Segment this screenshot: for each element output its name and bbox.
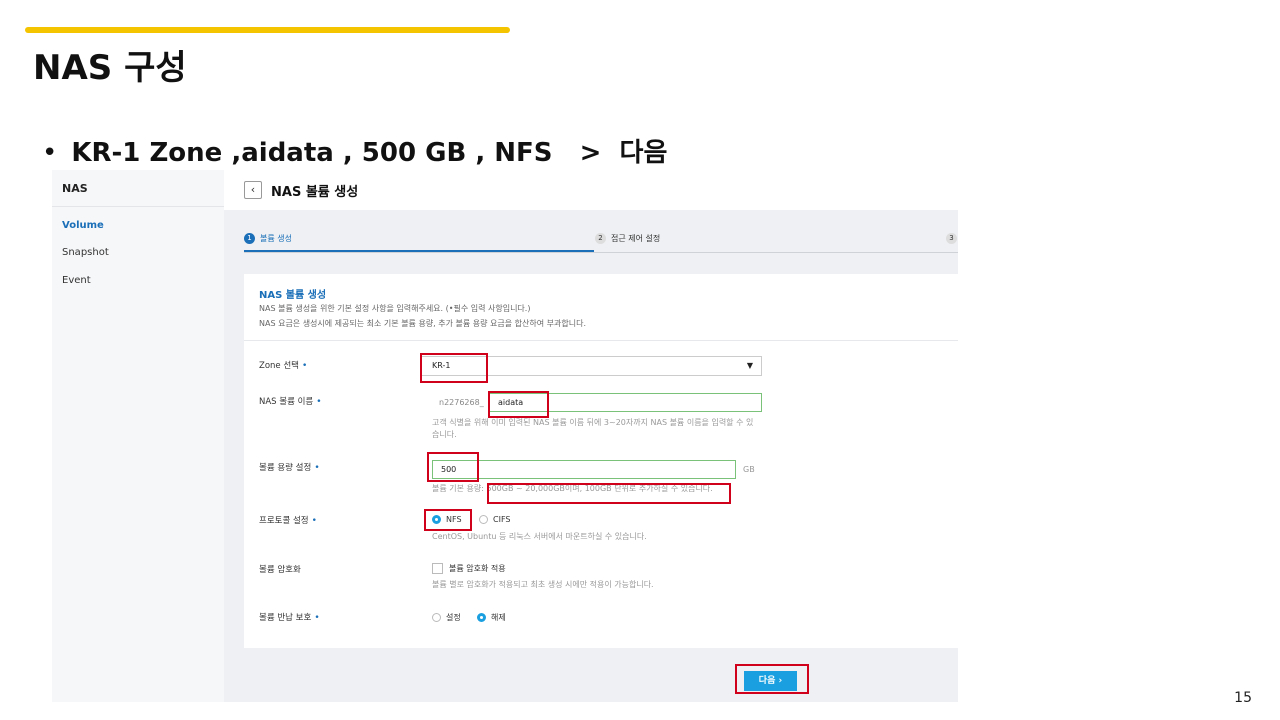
checkbox-icon [432, 563, 443, 574]
next-button[interactable]: 다음 › [744, 671, 797, 691]
capacity-unit: GB [743, 465, 755, 474]
page-header: ‹ NAS 볼륨 생성 [224, 170, 958, 210]
volume-name-input[interactable]: aidata [489, 393, 762, 412]
protocol-nfs-radio[interactable]: NFS [432, 515, 462, 524]
volume-name-label: NAS 볼륨 이름 • [259, 397, 322, 407]
step-2: 2 접근 제어 설정 [595, 233, 660, 244]
form-panel: NAS 볼륨 생성 NAS 볼륨 생성을 위한 기본 설정 사항을 입력해주세요… [244, 274, 958, 648]
step-active-underline [244, 250, 594, 252]
sidebar-title: NAS [62, 182, 88, 195]
sidebar-item-snapshot[interactable]: Snapshot [62, 247, 109, 258]
radio-selected-icon [477, 613, 486, 622]
encryption-label: 볼륨 암호화 [259, 565, 301, 575]
panel-description: NAS 볼륨 생성을 위한 기본 설정 사항을 입력해주세요. (•필수 입력 … [259, 304, 531, 313]
slide-title: NAS 구성 [33, 48, 187, 88]
panel-divider [244, 340, 958, 341]
protocol-hint: CentOS, Ubuntu 등 리눅스 서버에서 마운트하실 수 있습니다. [432, 532, 647, 541]
main-content: 1 볼륨 생성 2 접근 제어 설정 3 NAS 볼륨 생성 NAS 볼륨 생성… [224, 210, 958, 702]
return-protection-on-radio[interactable]: 설정 [432, 612, 461, 623]
step-indicator: 1 볼륨 생성 2 접근 제어 설정 3 [244, 230, 958, 253]
required-mark: • [316, 397, 322, 407]
required-mark: • [314, 463, 320, 473]
zone-select[interactable]: KR-1 ▼ [421, 356, 762, 376]
radio-selected-icon [432, 515, 441, 524]
panel-title: NAS 볼륨 생성 [259, 290, 327, 301]
accent-bar [25, 27, 510, 33]
chevron-left-icon: ‹ [250, 183, 256, 196]
capacity-input[interactable]: 500 [432, 460, 736, 479]
step-2-label: 접근 제어 설정 [611, 234, 661, 243]
encryption-hint: 볼륨 별로 암호화가 적용되고 최초 생성 시에만 적용이 가능합니다. [432, 580, 654, 589]
capacity-value: 500 [441, 465, 457, 474]
bullet-icon: • [42, 138, 58, 168]
radio-icon [432, 613, 441, 622]
step-3: 3 [946, 233, 962, 244]
sidebar-item-event[interactable]: Event [62, 275, 91, 286]
console-screenshot: NAS Volume Snapshot Event ‹ NAS 볼륨 생성 1 … [52, 170, 958, 702]
return-protection-off-radio[interactable]: 해제 [477, 612, 506, 623]
return-protection-label: 볼륨 반납 보호 • [259, 613, 320, 623]
capacity-hint: 볼륨 기본 용량: 500GB ~ 20,000GB이며, 100GB 단위로 … [432, 484, 713, 493]
protocol-cifs-radio[interactable]: CIFS [479, 515, 510, 524]
panel-billing-note: NAS 요금은 생성시에 제공되는 최소 기본 볼륨 용량, 추가 볼륨 용량 … [259, 319, 586, 328]
step-1: 1 볼륨 생성 [244, 233, 292, 244]
required-mark: • [314, 613, 320, 623]
step-1-number: 1 [244, 233, 255, 244]
sidebar-divider [52, 206, 224, 207]
bullet-line: • KR-1 Zone ,aidata , 500 GB , NFS > 다음 [42, 132, 667, 169]
caret-down-icon: ▼ [746, 361, 753, 370]
zone-select-value: KR-1 [432, 361, 451, 370]
page-number: 15 [1234, 690, 1252, 706]
required-mark: • [301, 361, 308, 371]
volume-name-hint-1: 고객 식별을 위해 이미 입력된 NAS 볼륨 이름 뒤에 3~20자까지 NA… [432, 418, 754, 427]
page-title: NAS 볼륨 생성 [271, 185, 359, 200]
volume-name-value: aidata [498, 398, 524, 407]
sidebar-item-volume[interactable]: Volume [62, 220, 104, 231]
volume-name-hint-2: 습니다. [432, 430, 457, 439]
back-button[interactable]: ‹ [244, 181, 262, 199]
radio-icon [479, 515, 488, 524]
capacity-label: 볼륨 용량 설정 • [259, 463, 320, 473]
bullet-text: KR-1 Zone ,aidata , 500 GB , NFS > 다음 [71, 138, 668, 168]
required-mark: • [311, 516, 317, 526]
sidebar: NAS Volume Snapshot Event [52, 170, 224, 702]
step-2-number: 2 [595, 233, 606, 244]
protocol-label: 프로토콜 설정 • [259, 516, 317, 526]
step-3-number: 3 [946, 233, 957, 244]
encryption-checkbox[interactable]: 볼륨 암호화 적용 [432, 563, 506, 574]
step-1-label: 볼륨 생성 [260, 234, 292, 243]
zone-label: Zone 선택 • [259, 361, 308, 371]
volume-name-prefix: n2276268_ [439, 398, 484, 407]
